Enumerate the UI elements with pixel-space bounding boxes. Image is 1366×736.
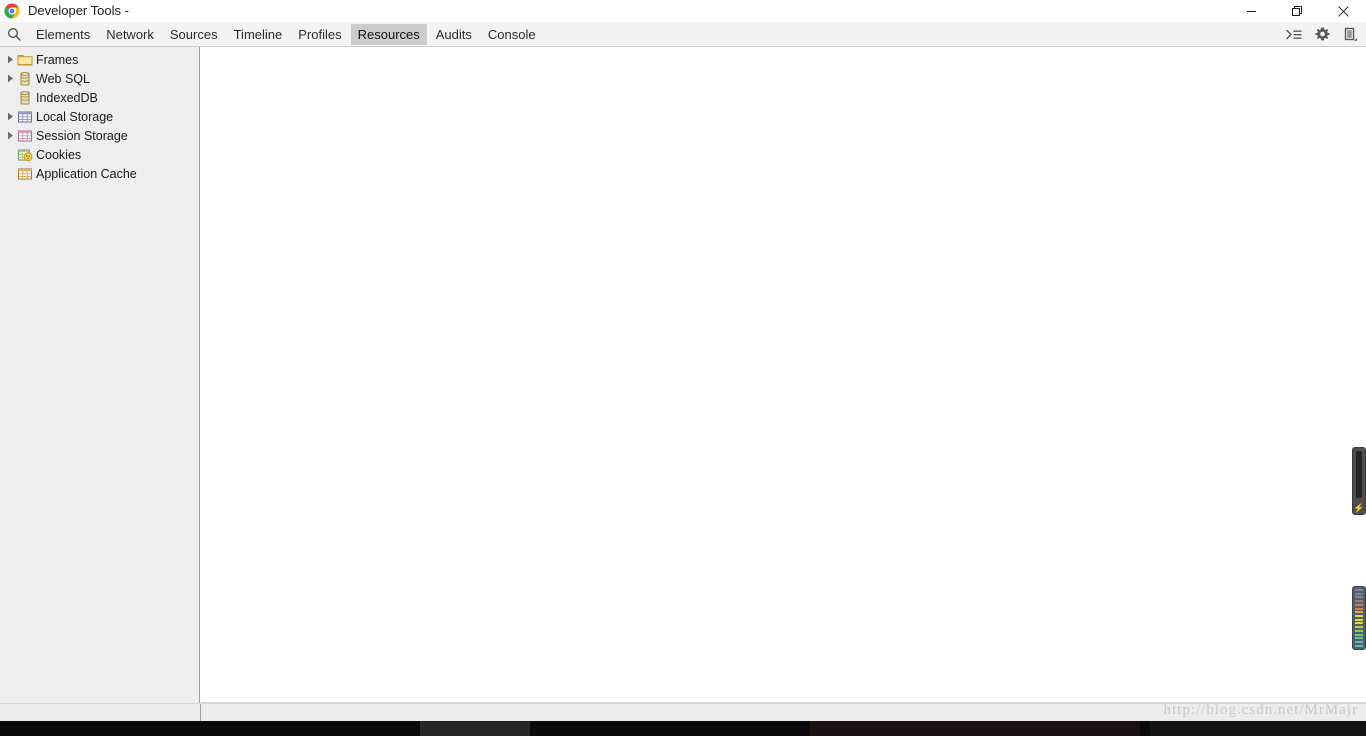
sidebar-item-application-cache[interactable]: Application Cache [0, 164, 199, 183]
tab-elements[interactable]: Elements [29, 24, 97, 45]
dock-icon[interactable] [1336, 23, 1364, 47]
devtools-footer [0, 703, 1366, 722]
meter-segment [1355, 626, 1363, 629]
meter-segment [1355, 592, 1363, 595]
tab-profiles[interactable]: Profiles [291, 24, 348, 45]
devtools-workspace: Frames Web SQL IndexedDB Local Storage S… [0, 47, 1366, 703]
charging-bolt-icon: ⚡ [1353, 503, 1365, 513]
meter-segment [1355, 596, 1363, 599]
meter-segment [1355, 633, 1363, 636]
folder-icon [17, 52, 33, 68]
sidebar-item-label: Session Storage [36, 128, 128, 143]
devtools-tabs: Elements Network Sources Timeline Profil… [28, 22, 544, 46]
level-meter-icon[interactable] [1352, 586, 1366, 650]
sidebar-item-cookies[interactable]: Cookies [0, 145, 199, 164]
meter-segment [1355, 629, 1363, 632]
chevron-right-icon[interactable] [4, 110, 17, 123]
resources-sidebar: Frames Web SQL IndexedDB Local Storage S… [0, 47, 200, 703]
meter-segment [1355, 644, 1363, 647]
desktop-background-strip [0, 721, 1366, 736]
gear-icon[interactable] [1308, 23, 1336, 47]
console-drawer-icon[interactable] [1280, 23, 1308, 47]
search-icon[interactable] [0, 22, 28, 46]
database-icon [17, 90, 33, 106]
sidebar-item-session-storage[interactable]: Session Storage [0, 126, 199, 145]
meter-segment [1355, 641, 1363, 644]
sidebar-item-label: Frames [36, 52, 79, 67]
window-titlebar: Developer Tools - [0, 0, 1366, 22]
meter-segment [1355, 622, 1363, 625]
sidebar-item-label: IndexedDB [36, 90, 98, 105]
table-blue-icon [17, 109, 33, 125]
chrome-logo-icon [4, 3, 20, 19]
table-orange-icon [17, 166, 33, 182]
sidebar-item-label: Application Cache [36, 166, 137, 181]
tab-sources[interactable]: Sources [163, 24, 225, 45]
window-controls [1228, 0, 1366, 22]
resources-content-panel[interactable] [201, 47, 1366, 703]
meter-segment [1355, 618, 1363, 621]
battery-level-fill [1356, 451, 1362, 498]
chevron-right-icon[interactable] [4, 53, 17, 66]
minimize-icon[interactable] [1228, 0, 1274, 22]
chevron-right-icon[interactable] [4, 129, 17, 142]
meter-segment [1355, 600, 1363, 603]
meter-segment [1355, 607, 1363, 610]
cookies-icon [17, 147, 33, 163]
battery-charging-icon[interactable]: ⚡ [1352, 447, 1366, 515]
sidebar-item-local-storage[interactable]: Local Storage [0, 107, 199, 126]
tab-network[interactable]: Network [99, 24, 161, 45]
devtools-tabbar: Elements Network Sources Timeline Profil… [0, 22, 1366, 47]
close-icon[interactable] [1320, 0, 1366, 22]
tab-console[interactable]: Console [481, 24, 543, 45]
tab-audits[interactable]: Audits [429, 24, 479, 45]
window-title: Developer Tools - [28, 3, 129, 18]
meter-segment [1355, 637, 1363, 640]
tab-resources[interactable]: Resources [350, 23, 427, 45]
meter-segment [1355, 615, 1363, 618]
sidebar-item-indexeddb[interactable]: IndexedDB [0, 88, 199, 107]
devtools-toolbar-right [1280, 22, 1364, 47]
sidebar-item-label: Cookies [36, 147, 82, 162]
footer-divider [200, 704, 201, 722]
meter-segment [1355, 611, 1363, 614]
sidebar-item-label: Local Storage [36, 109, 114, 124]
tab-timeline[interactable]: Timeline [227, 24, 290, 45]
meter-segment [1355, 603, 1363, 606]
restore-icon[interactable] [1274, 0, 1320, 22]
watermark-text: http://blog.csdn.net/MrMajr [1163, 702, 1358, 718]
sidebar-item-label: Web SQL [36, 71, 90, 86]
sidebar-item-frames[interactable]: Frames [0, 50, 199, 69]
database-icon [17, 71, 33, 87]
table-pink-icon [17, 128, 33, 144]
chevron-right-icon[interactable] [4, 72, 17, 85]
resources-tree: Frames Web SQL IndexedDB Local Storage S… [0, 47, 199, 183]
sidebar-item-web-sql[interactable]: Web SQL [0, 69, 199, 88]
meter-segment [1355, 589, 1363, 591]
